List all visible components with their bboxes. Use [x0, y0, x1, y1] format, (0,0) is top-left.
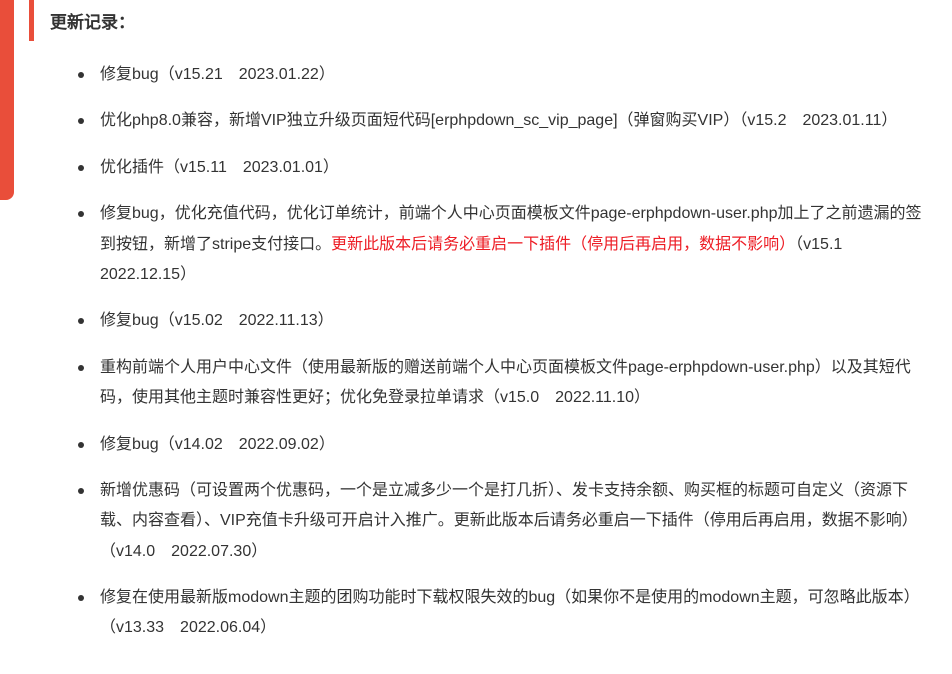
changelog-highlight: 更新此版本后请务必重启一下插件（停用后再启用，数据不影响）	[331, 236, 795, 253]
section-title: 更新记录：	[50, 8, 942, 33]
changelog-item: 修复bug（v14.02 2022.09.02）	[100, 430, 932, 460]
changelog-item: 优化php8.0兼容，新增VIP独立升级页面短代码[erphpdown_sc_v…	[100, 106, 932, 136]
changelog-item: 优化插件（v15.11 2023.01.01）	[100, 153, 932, 183]
changelog-item: 修复bug（v15.02 2022.11.13）	[100, 306, 932, 336]
changelog-item: 新增优惠码（可设置两个优惠码，一个是立减多少一个是打几折）、发卡支持余额、购买框…	[100, 476, 932, 567]
changelog-item: 修复在使用最新版modown主题的团购功能时下载权限失效的bug（如果你不是使用…	[100, 583, 932, 644]
changelog-content: 修复bug（v15.21 2023.01.22） 优化php8.0兼容，新增VI…	[60, 60, 932, 660]
header-box: 更新记录：	[29, 0, 942, 41]
changelog-item: 重构前端个人用户中心文件（使用最新版的赠送前端个人中心页面模板文件page-er…	[100, 353, 932, 414]
changelog-item: 修复bug（v15.21 2023.01.22）	[100, 60, 932, 90]
changelog-item: 修复bug，优化充值代码，优化订单统计，前端个人中心页面模板文件page-erp…	[100, 199, 932, 290]
left-accent-bar	[0, 0, 14, 200]
changelog-list: 修复bug（v15.21 2023.01.22） 优化php8.0兼容，新增VI…	[60, 60, 932, 644]
